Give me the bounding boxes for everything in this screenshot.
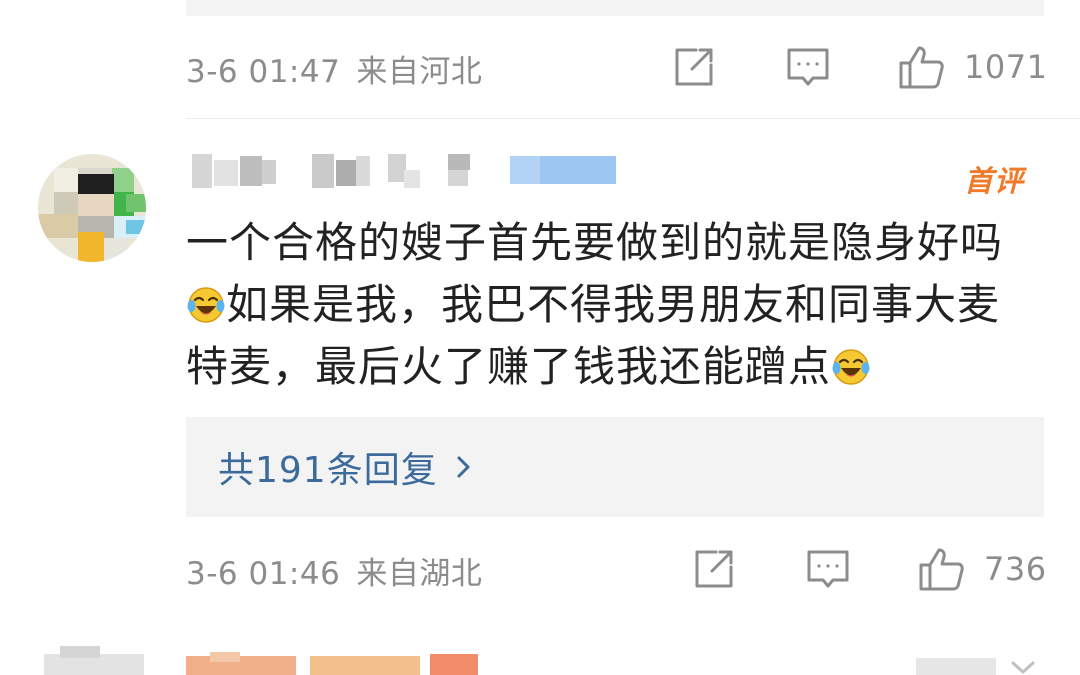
share-button[interactable] [692,544,736,594]
share-button[interactable] [672,42,716,92]
replies-box[interactable]: 共191条回复 [186,417,1044,517]
share-icon [675,48,713,86]
like-count: 1071 [964,48,1048,86]
reply-button[interactable] [786,42,830,92]
like-count: 736 [984,550,1047,588]
comment-line: 一个合格的嫂子首先要做到的就是隐身好吗 [186,218,1004,267]
chevron-right-icon [457,456,470,478]
share-icon [695,550,733,588]
divider [186,118,1080,119]
previous-reply-box[interactable] [186,0,1044,16]
comment-text: 一个合格的嫂子首先要做到的就是隐身好吗 如果是我，我巴不得我男朋友和同事大麦 特… [186,212,1056,398]
comment-location: 来自河北 [356,54,483,90]
comment-feed: 3-6 01:47 来自河北 1071 首评 一个合格的嫂子首先要做到的就是隐身… [0,0,1080,675]
username[interactable] [186,152,626,192]
like-button[interactable]: 736 [918,544,1047,594]
previous-comment-meta: 3-6 01:47 来自河北 1071 [186,42,1047,92]
like-button[interactable]: 1071 [898,42,1047,92]
comment-line: 如果是我，我巴不得我男朋友和同事大麦 [186,274,1056,336]
first-comment-badge: 首评 [964,164,1025,198]
avatar[interactable] [38,154,146,262]
comment-line: 特麦，最后火了赚了钱我还能蹭点 [186,336,1056,398]
laughing-crying-emoji-icon [186,285,226,325]
comment-icon [807,550,849,588]
reply-button[interactable] [806,544,850,594]
like-icon [899,46,944,89]
chevron-down-icon[interactable] [1010,660,1036,675]
replies-count-label: 共191条回复 [218,450,438,491]
next-comment-header [0,640,1080,675]
comment-location: 来自湖北 [356,556,483,592]
comment-time: 3-6 01:47 [186,54,341,90]
comment-meta: 3-6 01:46 来自湖北 736 [186,544,1047,594]
comment-time: 3-6 01:46 [186,556,341,592]
comment-icon [787,48,829,86]
view-replies-link[interactable]: 共191条回复 [218,441,472,493]
laughing-crying-emoji-icon [831,347,871,387]
like-icon [919,548,964,591]
